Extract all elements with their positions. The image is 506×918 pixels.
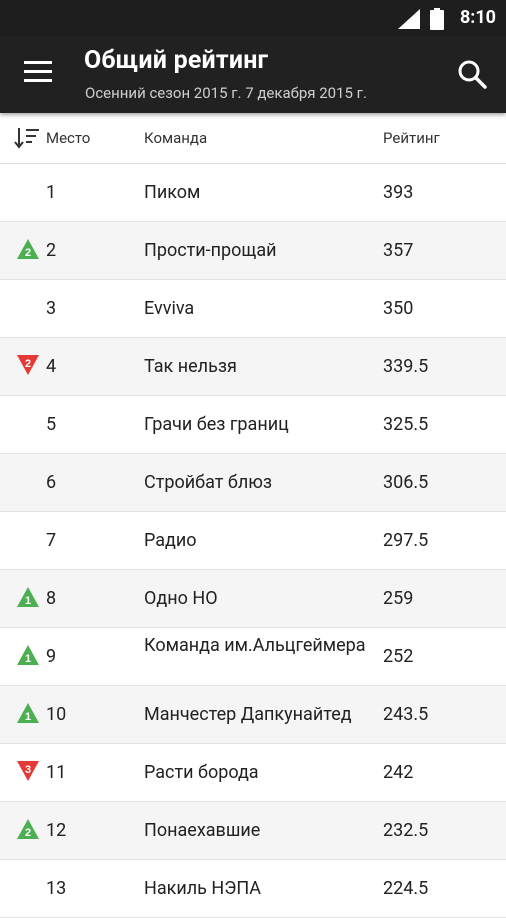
- rank-up-icon: 2: [17, 819, 39, 839]
- row-place: 9: [46, 646, 57, 667]
- table-row[interactable]: 1 9 Команда им.Альцгеймера 252: [0, 628, 506, 686]
- row-team: Команда им.Альцгеймера: [144, 635, 366, 656]
- row-place: 2: [46, 240, 57, 261]
- row-rating: 242: [383, 762, 414, 783]
- column-header-rating[interactable]: Рейтинг: [383, 129, 440, 147]
- row-team: Радио: [144, 530, 197, 551]
- row-rating: 393: [383, 182, 414, 203]
- rank-change-value: 2: [25, 827, 31, 839]
- row-place: 13: [46, 878, 67, 899]
- row-place: 11: [46, 762, 67, 783]
- table-row[interactable]: 7 Радио 297.5: [0, 512, 506, 570]
- row-place: 5: [46, 414, 57, 435]
- table-row[interactable]: 3 Evviva 350: [0, 280, 506, 338]
- row-team: Накиль НЭПА: [144, 878, 261, 899]
- row-place: 7: [46, 530, 57, 551]
- row-place: 1: [46, 182, 57, 203]
- row-team: Пиком: [144, 182, 201, 203]
- row-rating: 297.5: [383, 530, 429, 551]
- row-rating: 306.5: [383, 472, 429, 493]
- rank-change-value: 2: [25, 358, 31, 370]
- rank-up-icon: 2: [17, 239, 39, 259]
- rank-change-value: 1: [25, 711, 31, 723]
- row-place: 3: [46, 298, 57, 319]
- row-rating: 325.5: [383, 414, 429, 435]
- search-icon[interactable]: [456, 58, 488, 90]
- rank-change-value: 1: [25, 595, 31, 607]
- row-rating: 243.5: [383, 704, 429, 725]
- row-rating: 350: [383, 298, 414, 319]
- app-bar: Общий рейтинг Осенний сезон 2015 г. 7 де…: [0, 36, 506, 113]
- rank-down-icon: 3: [17, 761, 39, 781]
- row-place: 6: [46, 472, 57, 493]
- table-row[interactable]: 5 Грачи без границ 325.5: [0, 396, 506, 454]
- rank-down-icon: 2: [17, 355, 39, 375]
- table-row[interactable]: 13 Накиль НЭПА 224.5: [0, 860, 506, 918]
- row-team: Evviva: [144, 298, 195, 319]
- rank-change-value: 1: [25, 653, 31, 665]
- row-rating: 232.5: [383, 820, 429, 841]
- row-team: Понаехавшие: [144, 820, 261, 841]
- table-row[interactable]: 1 8 Одно НО 259: [0, 570, 506, 628]
- row-place: 8: [46, 588, 57, 609]
- row-team: Расти борода: [144, 762, 259, 783]
- rank-up-icon: 1: [17, 703, 39, 723]
- row-place: 4: [46, 356, 57, 377]
- row-team: Так нельзя: [144, 356, 237, 377]
- row-team: Одно НО: [144, 588, 218, 609]
- table-row[interactable]: 2 12 Понаехавшие 232.5: [0, 802, 506, 860]
- row-team: Стройбат блюз: [144, 472, 273, 493]
- battery-icon: [430, 8, 444, 30]
- table-row[interactable]: 1 10 Манчестер Дапкунайтед 243.5: [0, 686, 506, 744]
- sort-icon[interactable]: [14, 127, 40, 149]
- signal-icon: [398, 9, 420, 29]
- rank-change-value: 3: [25, 764, 31, 776]
- table-header: Место Команда Рейтинг: [0, 113, 506, 164]
- column-header-team[interactable]: Команда: [144, 129, 207, 147]
- row-rating: 252: [383, 646, 414, 667]
- table-row[interactable]: 3 11 Расти борода 242: [0, 744, 506, 802]
- row-place: 12: [46, 820, 67, 841]
- rank-up-icon: 1: [17, 587, 39, 607]
- row-place: 10: [46, 704, 67, 725]
- table-row[interactable]: 1 Пиком 393: [0, 164, 506, 222]
- row-team: Прости-прощай: [144, 240, 277, 261]
- row-team: Грачи без границ: [144, 414, 289, 435]
- rank-change-value: 2: [25, 247, 31, 259]
- menu-icon[interactable]: [24, 61, 56, 89]
- table-row[interactable]: 2 2 Прости-прощай 357: [0, 222, 506, 280]
- status-time: 8:10: [459, 7, 496, 28]
- column-header-place[interactable]: Место: [46, 129, 90, 147]
- page-subtitle: Осенний сезон 2015 г. 7 декабря 2015 г.: [85, 84, 367, 102]
- table-row[interactable]: 2 4 Так нельзя 339.5: [0, 338, 506, 396]
- rank-up-icon: 1: [17, 645, 39, 665]
- row-rating: 259: [383, 588, 414, 609]
- row-team: Манчестер Дапкунайтед: [144, 704, 352, 725]
- page-title: Общий рейтинг: [84, 46, 269, 75]
- row-rating: 339.5: [383, 356, 429, 377]
- status-bar: 8:10: [0, 0, 506, 36]
- table-row[interactable]: 6 Стройбат блюз 306.5: [0, 454, 506, 512]
- row-rating: 357: [383, 240, 414, 261]
- row-rating: 224.5: [383, 878, 429, 899]
- rating-list: 1 Пиком 393 2 2 Прости-прощай 357 3 Evviva 350 2 4 Т…: [0, 164, 506, 918]
